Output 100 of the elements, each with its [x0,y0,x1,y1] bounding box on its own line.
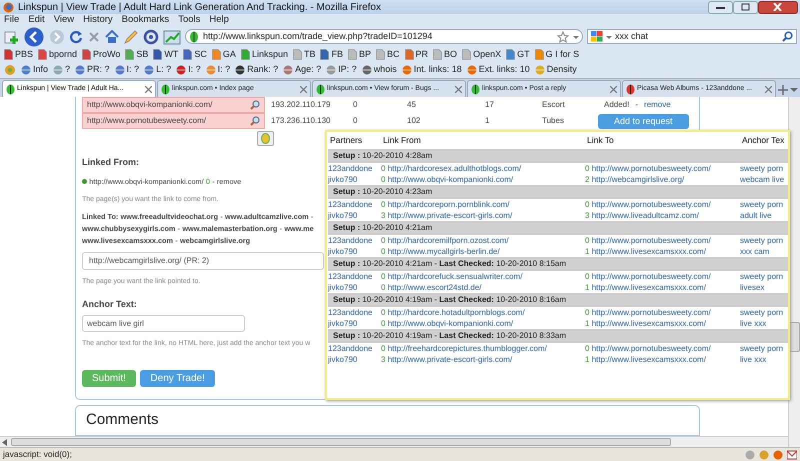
partner-link[interactable]: 123anddone [328,343,381,354]
bookmark-link[interactable]: SB [136,48,148,62]
url-link[interactable]: http://www.obqvi-kompanionki.com/ [388,175,514,184]
bookmark-link[interactable]: PBS [15,48,34,62]
url-link[interactable]: http://hardcoreporn.pornblink.com/ [388,200,510,209]
bookmark-link[interactable]: bpornd [49,48,78,62]
menu-item[interactable]: Bookmarks [122,12,170,28]
dropdown-icon[interactable] [606,34,612,40]
scroll-left-icon[interactable] [2,438,7,446]
url-link[interactable]: http://www.pornotubesweety.com/ [592,344,711,353]
dropdown-icon[interactable] [573,34,579,40]
coin-button[interactable] [257,131,274,146]
url-link[interactable]: http://www.obqvi-kompanionki.com/ [87,99,212,111]
url-link[interactable]: http://www.livesexcamsxxx.com/ [592,283,706,292]
plus-icon[interactable] [778,84,788,95]
toolbar-item[interactable]: Density [546,63,577,77]
menu-item[interactable]: View [54,12,74,28]
magnifier-icon[interactable] [250,100,260,110]
anchor-text-field[interactable]: webcam live girl [82,315,245,332]
url-link[interactable]: http://www.pornotubesweety.com/ [592,272,711,281]
url-link[interactable]: http://hardcorefuck.sensualwriter.com/ [388,272,522,281]
home-icon[interactable] [105,30,119,44]
stop-icon[interactable] [87,30,101,44]
menu-item[interactable]: File [4,12,20,28]
url-link[interactable]: http://freehardcorepictures.thumblogger.com/ [388,344,547,353]
bookmark-link[interactable]: PR [416,48,428,62]
search-field[interactable]: xxx chat [587,29,797,44]
toolbar-item[interactable]: ? [65,63,70,77]
restore-icon[interactable] [740,3,750,11]
partner-link[interactable]: jivko790 [328,318,381,329]
bookmark-link[interactable]: BO [444,48,458,62]
toolbar-item[interactable]: Info [33,63,48,77]
toolbar-item[interactable]: I: ? [126,63,140,77]
bookmark-link[interactable]: GT [517,48,530,62]
bookmark-link[interactable]: SC [194,48,207,62]
partner-link[interactable]: jivko790 [328,210,381,221]
bookmark-link[interactable]: GA [222,48,236,62]
menu-item[interactable]: History [83,12,113,28]
star-icon[interactable] [557,30,569,42]
bookmark-link[interactable]: Linkspun [252,48,288,62]
url-link[interactable]: http://www.private-escort-girls.com/ [388,355,512,364]
remove-link[interactable]: remove [638,99,671,111]
toolbar-item[interactable]: Rank: ? [247,63,278,77]
url-link[interactable]: http://www.livesexcamsxxx.com/ [592,319,706,328]
toolbar-item[interactable]: IP: ? [338,63,357,77]
back-icon[interactable] [23,26,45,46]
restore-button[interactable] [732,0,758,14]
bookmark-link[interactable]: G I for S [546,48,580,62]
url-link[interactable]: http://www.mycallgirls-berlin.de/ [388,247,500,256]
partner-link[interactable]: 123anddone [328,235,381,246]
close-icon[interactable] [145,86,152,92]
close-icon[interactable] [455,86,462,92]
url-link[interactable]: http://www.pornotubesweety.com/ [87,115,206,127]
toolbar-item[interactable]: I: ? [218,63,230,77]
toolbar-item[interactable]: whois [374,63,397,77]
magnifier-icon[interactable] [250,116,260,126]
close-icon[interactable] [610,86,617,92]
url-link[interactable]: http://www.pornotubesweety.com/ [592,236,711,245]
close-button[interactable] [758,0,798,14]
new-tab-icon[interactable] [3,28,19,44]
bookmark-link[interactable]: OpenX [473,48,502,62]
url-link[interactable]: http://www.pornotubesweety.com/ [592,200,711,209]
close-icon[interactable] [300,86,307,92]
reload-icon[interactable] [69,30,83,44]
toolbar-item[interactable]: Int. links: 18 [414,63,462,77]
address-field[interactable]: http://www.linkspun.com/trade_view.php?tradeID=101294 [185,29,583,44]
url-link[interactable]: http://www.livesexcamsxxx.com/ [592,355,706,364]
bookmark-link[interactable]: ProWo [93,48,120,62]
partner-link[interactable]: 123anddone [328,199,381,210]
menu-item[interactable]: Tools [178,12,200,28]
partner-link[interactable]: jivko790 [328,246,381,257]
google-icon[interactable] [591,31,603,42]
url-link[interactable]: http://www.escort24std.de/ [388,283,482,292]
close-icon[interactable] [765,86,772,92]
target-select[interactable]: http://webcamgirlslive.org/ (PR: 2) [82,252,324,270]
toolbar-item[interactable]: I: ? [188,63,201,77]
menu-item[interactable]: Edit [28,12,45,28]
bookmark-link[interactable]: BC [387,48,400,62]
toolbar-item[interactable]: Ext. links: 10 [478,63,530,77]
bookmark-link[interactable]: FB [331,48,343,62]
minimize-icon[interactable] [716,5,725,9]
toolbar-item[interactable]: Age: ? [295,63,322,77]
pencil-icon[interactable] [123,28,139,44]
menu-item[interactable]: Help [209,12,229,28]
url-link[interactable]: http://hardcore.hotadultpornblogs.com/ [388,308,525,317]
url-link[interactable]: http://www.obqvi-kompanionki.com/ [388,319,514,328]
partner-link[interactable]: 123anddone [328,163,381,174]
toolbar-item[interactable]: PR: ? [87,63,110,77]
url-link[interactable]: http://www.liveadultcamz.com/ [592,211,699,220]
partner-link[interactable]: 123anddone [328,271,381,282]
url-link[interactable]: http://www.pornotubesweety.com/ [592,164,711,173]
chart-icon[interactable] [163,28,181,44]
url-link[interactable]: http://hardcoremilfporn.ozost.com/ [388,236,509,245]
url-link[interactable]: http://webcamgirlslive.org/ [592,175,684,184]
partner-link[interactable]: jivko790 [328,282,381,293]
search-icon[interactable] [782,31,793,42]
partner-link[interactable]: 123anddone [328,307,381,318]
minimize-button[interactable] [708,0,733,14]
url-link[interactable]: http://hardcoresex.adulthotblogs.com/ [388,164,522,173]
partner-link[interactable]: jivko790 [328,354,381,365]
